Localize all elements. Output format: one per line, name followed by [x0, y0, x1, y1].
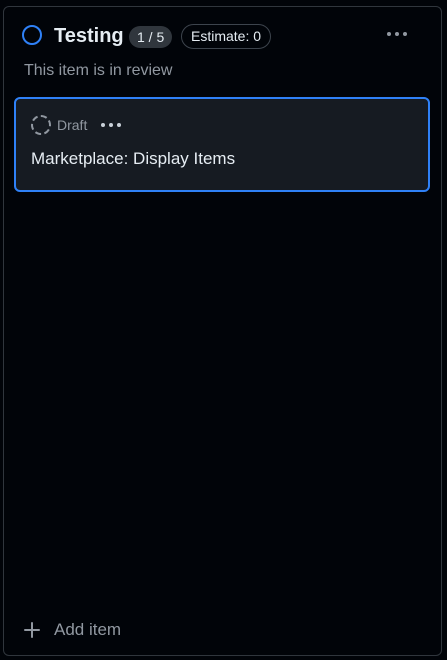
- estimate-badge: Estimate: 0: [181, 24, 272, 49]
- more-options-icon: [101, 123, 105, 127]
- card-menu-button[interactable]: [98, 116, 124, 134]
- column-menu-button[interactable]: [381, 23, 413, 45]
- column-description: This item is in review: [24, 62, 173, 79]
- plus-icon: [24, 622, 40, 638]
- add-item-button[interactable]: Add item: [24, 617, 121, 643]
- column-title: Testing: [54, 25, 124, 47]
- add-item-label: Add item: [54, 620, 122, 639]
- item-type-label: Draft: [57, 117, 88, 133]
- draft-item-card[interactable]: Draft Marketplace: Display Items: [14, 97, 430, 192]
- more-options-icon: [387, 32, 391, 36]
- column-header: Testing 1 / 5 Estimate: 0 This item is i…: [4, 7, 441, 97]
- draft-icon: [31, 115, 51, 135]
- card-title[interactable]: Marketplace: Display Items: [31, 148, 235, 170]
- status-circle-icon: [22, 25, 42, 45]
- item-count-badge: 1 / 5: [129, 26, 173, 48]
- board-column: Testing 1 / 5 Estimate: 0 This item is i…: [3, 6, 442, 656]
